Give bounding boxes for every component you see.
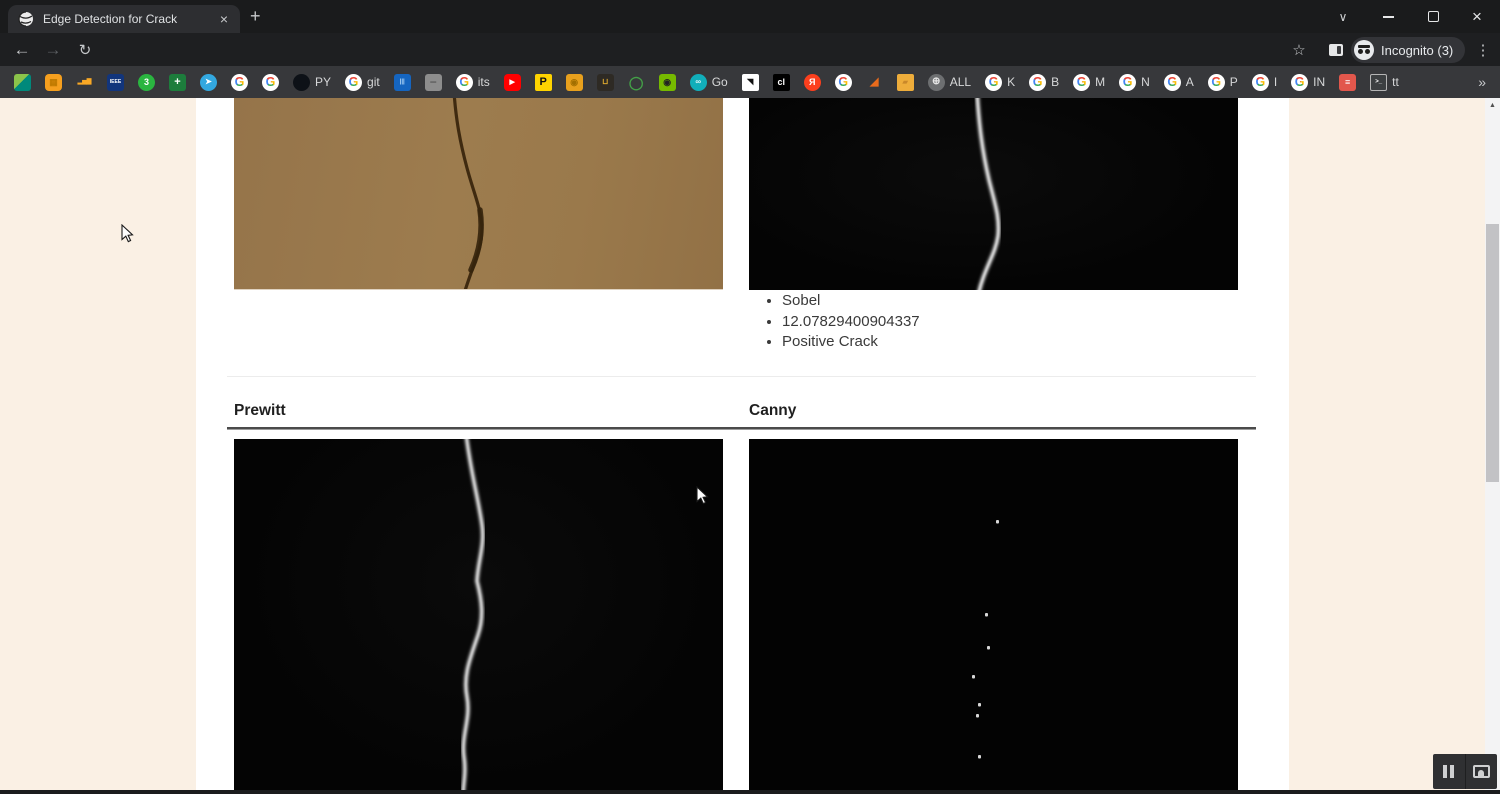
movie-camera-icon[interactable]: ◉ xyxy=(566,74,583,91)
browser-menu-icon[interactable]: ⋮ xyxy=(1472,33,1494,66)
google-icon[interactable]: G xyxy=(835,74,852,91)
github-icon[interactable]: PY xyxy=(293,74,331,91)
ticket-icon[interactable]: ||| xyxy=(394,74,411,91)
bookmark-label: M xyxy=(1095,75,1105,89)
package-icon[interactable]: ▰ xyxy=(897,74,914,91)
google-icon[interactable]: GIN xyxy=(1291,74,1325,91)
green-ring-icon[interactable]: ◯ xyxy=(628,74,645,91)
new-tab-button[interactable]: + xyxy=(250,6,261,27)
original-crack-image xyxy=(234,98,723,290)
google-icon[interactable]: G xyxy=(231,74,248,91)
prewitt-result-image xyxy=(234,439,723,794)
scrollbar-thumb[interactable] xyxy=(1486,224,1499,482)
google-icon[interactable]: GK xyxy=(985,74,1015,91)
canny-dots xyxy=(749,439,1238,794)
bookmarks-list: ▦▂▅▇IEEE3+➤GGPYGgit|||▬Gits▶P◉⊔◯◉∞Go◥clЯ… xyxy=(14,74,1399,91)
google-icon[interactable]: GA xyxy=(1164,74,1194,91)
bookmark-label: PY xyxy=(315,75,331,89)
bookmark-label: K xyxy=(1007,75,1015,89)
eagle-icon[interactable]: ◥ xyxy=(742,74,759,91)
bookmark-label: A xyxy=(1186,75,1194,89)
reload-button[interactable]: ↻ xyxy=(70,33,100,66)
bookmark-label: its xyxy=(478,75,490,89)
google-icon[interactable]: GB xyxy=(1029,74,1059,91)
google-icon[interactable]: GI xyxy=(1252,74,1277,91)
sobel-result-image xyxy=(749,98,1238,290)
canny-heading: Canny xyxy=(749,402,796,420)
result-item: Sobel xyxy=(782,291,920,312)
bookmark-label: IN xyxy=(1313,75,1325,89)
ieee-icon[interactable]: IEEE xyxy=(107,74,124,91)
bookmark-label: P xyxy=(1230,75,1238,89)
incognito-spy-icon xyxy=(1354,40,1374,60)
incognito-label: Incognito (3) xyxy=(1381,43,1453,58)
tab-favicon globe-icon xyxy=(18,11,34,27)
bookmark-label: ALL xyxy=(950,75,971,89)
canny-result-image xyxy=(749,439,1238,794)
cl-icon[interactable]: cl xyxy=(773,74,790,91)
tab-search-chevron-icon[interactable]: ∨ xyxy=(1325,0,1361,33)
sheets-icon[interactable]: + xyxy=(169,74,186,91)
picture-in-picture-button[interactable] xyxy=(1465,754,1498,789)
bookmarks-bar: ▦▂▅▇IEEE3+➤GGPYGgit|||▬Gits▶P◉⊔◯◉∞Go◥clЯ… xyxy=(0,66,1500,98)
chart-bars-icon[interactable] xyxy=(14,74,31,91)
google-icon[interactable]: G xyxy=(262,74,279,91)
nvidia-icon[interactable]: ◉ xyxy=(659,74,676,91)
google-icon[interactable]: Gits xyxy=(456,74,490,91)
result-item: 12.07829400904337 xyxy=(782,312,920,333)
picture-in-picture-icon xyxy=(1473,765,1490,778)
incognito-badge: Incognito (3) xyxy=(1351,37,1465,63)
maximize-button[interactable] xyxy=(1415,0,1451,33)
bookmark-label: git xyxy=(367,75,380,89)
browser-window: { "browser": { "tab": { "title": "Edge D… xyxy=(0,0,1500,794)
google-icon[interactable]: GN xyxy=(1119,74,1150,91)
tab-close-icon[interactable]: × xyxy=(218,12,230,26)
godaddy-icon[interactable]: ∞Go xyxy=(690,74,728,91)
mouse-cursor xyxy=(121,224,135,244)
terminal-icon[interactable]: >_tt xyxy=(1370,74,1399,91)
pause-button[interactable] xyxy=(1433,754,1465,789)
section-divider-line xyxy=(227,427,1256,430)
bookmark-label: tt xyxy=(1392,75,1399,89)
close-window-button[interactable]: × xyxy=(1459,0,1495,33)
taskbar-edge xyxy=(0,790,1500,794)
bookmark-label: B xyxy=(1051,75,1059,89)
back-button[interactable]: ← xyxy=(7,33,37,66)
browser-tab[interactable]: Edge Detection for Crack × xyxy=(8,5,240,33)
bookmark-label: I xyxy=(1274,75,1277,89)
cart-icon[interactable]: ⊔ xyxy=(597,74,614,91)
side-panel-icon[interactable] xyxy=(1323,33,1349,66)
google-icon[interactable]: GP xyxy=(1208,74,1238,91)
tab-bar: Edge Detection for Crack × + ∨ × xyxy=(0,0,1500,33)
result-list: Sobel12.07829400904337Positive Crack xyxy=(749,291,920,353)
bookmark-label: N xyxy=(1141,75,1150,89)
globe-icon[interactable]: ⊕ALL xyxy=(928,74,971,91)
tab-title: Edge Detection for Crack xyxy=(43,12,218,26)
pdf-icon[interactable]: ≡ xyxy=(1339,74,1356,91)
google-icon[interactable]: GM xyxy=(1073,74,1105,91)
p-icon[interactable]: P xyxy=(535,74,552,91)
minimize-button[interactable] xyxy=(1370,0,1406,33)
whatsapp-icon[interactable]: 3 xyxy=(138,74,155,91)
scrollbar-up-arrow-icon[interactable]: ▲ xyxy=(1485,102,1500,109)
bookmarks-overflow-chevron-icon[interactable]: » xyxy=(1478,74,1486,90)
google-icon[interactable]: Ggit xyxy=(345,74,380,91)
divider-line xyxy=(227,376,1256,377)
matlab-icon[interactable]: ◢ xyxy=(866,74,883,91)
prewitt-heading: Prewitt xyxy=(234,402,286,420)
telegram-icon[interactable]: ➤ xyxy=(200,74,217,91)
briefcase-icon[interactable]: ▬ xyxy=(425,74,442,91)
bookmark-star-icon[interactable]: ☆ xyxy=(1286,33,1312,66)
cube-icon[interactable]: ▦ xyxy=(45,74,62,91)
media-controls-overlay xyxy=(1433,754,1497,789)
result-item: Positive Crack xyxy=(782,332,920,353)
bookmark-label: Go xyxy=(712,75,728,89)
youtube-icon[interactable]: ▶ xyxy=(504,74,521,91)
analytics-icon[interactable]: ▂▅▇ xyxy=(76,74,93,91)
yandex-icon[interactable]: Я xyxy=(804,74,821,91)
browser-toolbar: ← → ↻ ⓘ http://127.0.0.1:5000 ☆ Incognit… xyxy=(0,33,1500,66)
forward-button[interactable]: → xyxy=(38,33,68,66)
